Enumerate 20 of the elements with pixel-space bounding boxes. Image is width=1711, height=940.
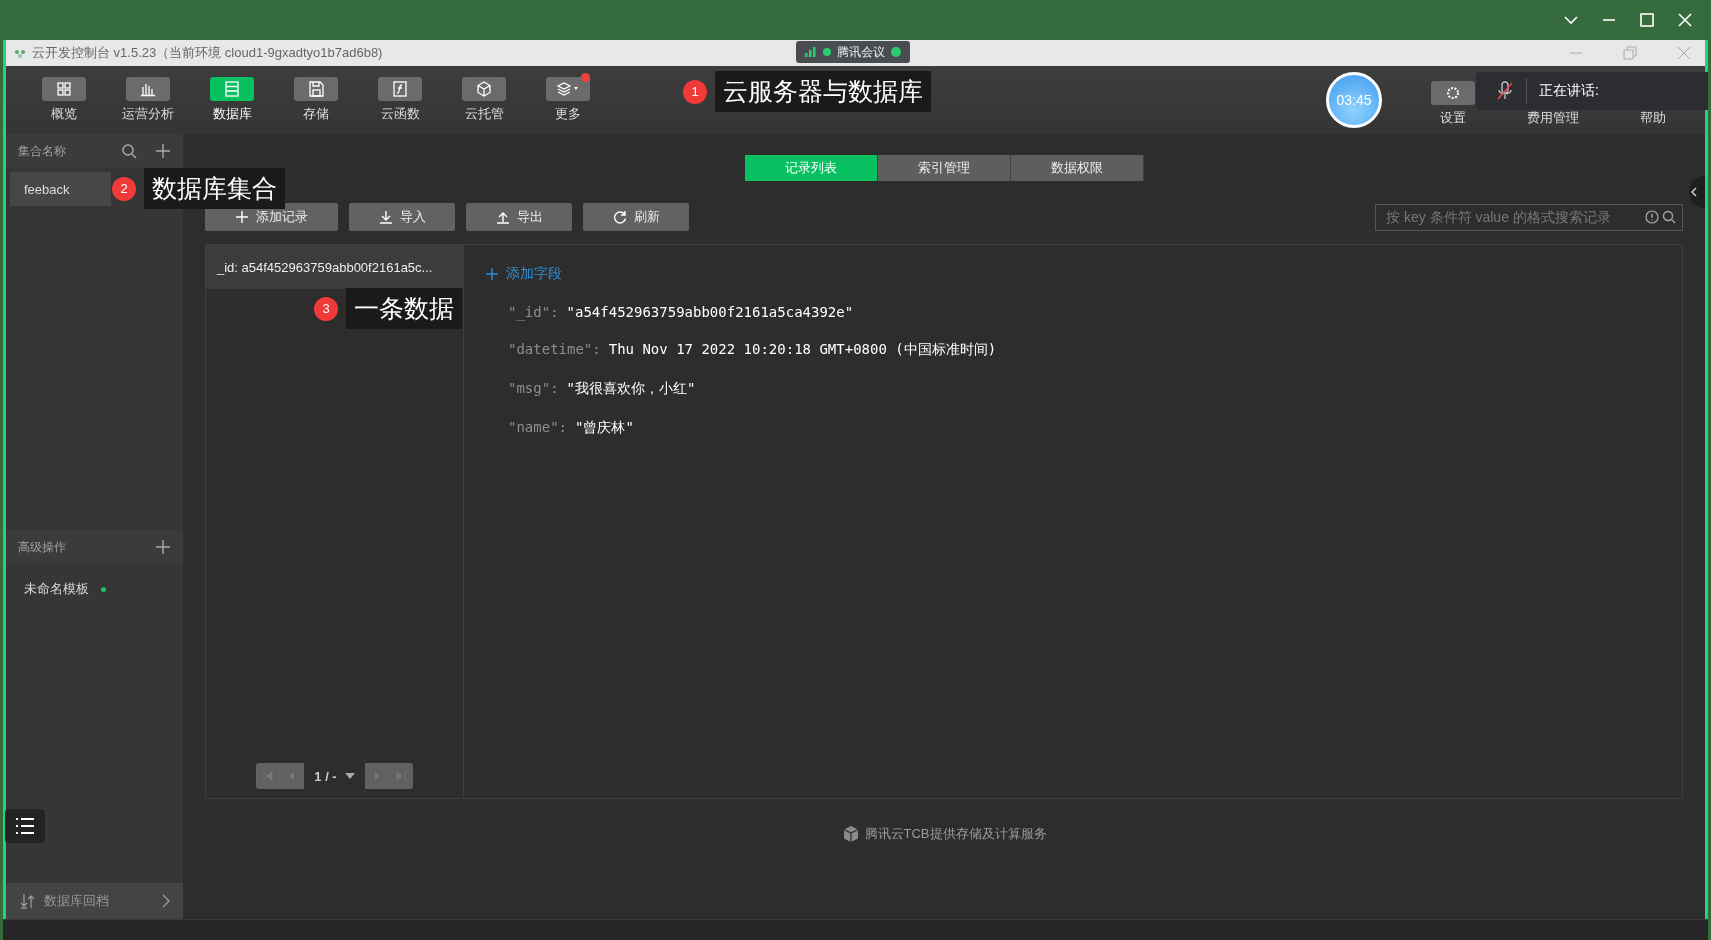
- meeting-label: 腾讯会议: [837, 43, 885, 61]
- rollback-label: 数据库回档: [44, 892, 110, 910]
- number-badge: 1: [683, 79, 707, 104]
- field-value: "我很喜欢你，小红": [566, 380, 696, 398]
- annotation-tooltip: 一条数据: [346, 288, 462, 329]
- field-key: "datetime":: [508, 341, 601, 359]
- footer-text: 腾讯云TCB提供存储及计算服务: [864, 825, 1047, 843]
- header-label: 集合名称: [18, 142, 67, 160]
- field-key: "name":: [508, 419, 567, 437]
- field-key: "_id":: [508, 304, 559, 320]
- field-value: "曾庆林": [575, 419, 634, 437]
- annotation-tooltip: 云服务器与数据库: [715, 71, 931, 112]
- timer-badge: 03:45: [1326, 72, 1382, 128]
- field-key: "msg":: [508, 380, 559, 398]
- header-label: 高级操作: [18, 538, 67, 556]
- annotation-tooltip: 数据库集合: [144, 168, 285, 209]
- field-value: Thu Nov 17 2022 10:20:18 GMT+0800 (中国标准时间): [608, 341, 997, 359]
- window-title: 云开发控制台 v1.5.23（当前环境 cloud1-9gxadtyo1b7ad6b8): [32, 44, 383, 62]
- field-value: "a54f452963759abb00f2161a5ca4392e": [566, 304, 854, 320]
- speaking-label: 正在讲话:: [1539, 82, 1599, 100]
